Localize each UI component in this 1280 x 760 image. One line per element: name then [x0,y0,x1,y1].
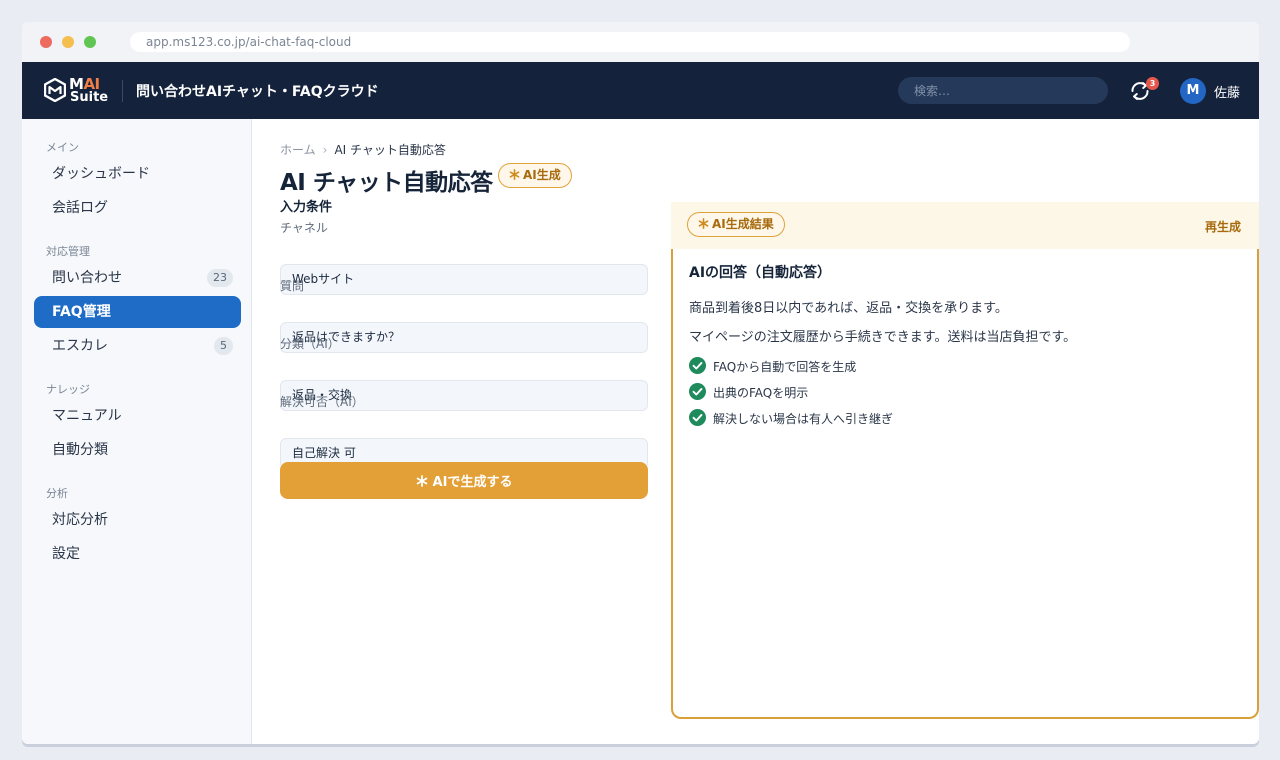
channel-label: チャネル [280,221,328,235]
ai-generated-badge: AI生成 [498,163,572,188]
sidebar-item-manual[interactable]: マニュアル [34,400,241,432]
logo-mark-icon [44,78,66,102]
sidebar-item-label: 会話ログ [52,200,108,216]
sidebar-item-label: 自動分類 [52,442,108,458]
check-circle-icon [689,409,706,426]
sidebar-item-label: 対応分析 [52,512,108,528]
sidebar-item-label: 設定 [52,546,80,562]
check-item-text: 解決しない場合は有人へ引き継ぎ [713,412,894,426]
ai-result-header: AI生成結果 再生成 [671,202,1259,249]
sidebar-item-conversation-log[interactable]: 会話ログ [34,192,241,224]
category-label: 分類（AI） [280,337,340,351]
ai-result-badge: AI生成結果 [687,212,785,237]
check-item-text: 出典のFAQを明示 [713,386,809,400]
minimize-window-dot[interactable] [62,36,74,48]
sidebar-item-escalation[interactable]: エスカレ 5 [34,330,241,362]
breadcrumb-home-link[interactable]: ホーム [280,143,316,157]
sidebar: メイン ダッシュボード 会話ログ 対応管理 問い合わせ 23 FAQ管理 エスカレ… [22,119,252,744]
logo-text-suite: Suite [70,90,109,105]
notification-badge: 3 [1146,77,1159,90]
resolvability-label: 解決可否（AI） [280,395,364,409]
check-circle-icon [689,357,706,374]
user-name[interactable]: 佐藤 [1214,82,1240,101]
answer-title: AIの回答（自動応答） [689,265,832,281]
inquiries-count-badge: 23 [207,269,233,287]
sidebar-section-main: メイン [46,141,79,154]
browser-window: app.ms123.co.jp/ai-chat-faq-cloud MAI Su… [22,22,1259,744]
sparkle-icon [416,475,427,487]
header-divider [122,80,123,102]
address-bar[interactable]: app.ms123.co.jp/ai-chat-faq-cloud [130,32,1130,52]
question-label: 質問 [280,279,305,293]
sidebar-section-analytics: 分析 [46,487,68,500]
search-input[interactable] [898,77,1108,104]
input-conditions-title: 入力条件 [280,200,333,215]
ai-result-badge-label: AI生成結果 [712,217,774,231]
breadcrumb: ホーム › AI チャット自動応答 [280,141,446,158]
app-header: MAI Suite 問い合わせAIチャット・FAQクラウド 3 M 佐藤 [22,62,1259,119]
sidebar-item-label: マニュアル [52,408,122,424]
sparkle-icon [509,169,520,180]
main-content: ホーム › AI チャット自動応答 AI チャット自動応答 AI生成 入力条件 チャ… [253,119,1259,744]
sidebar-item-label: FAQ管理 [52,304,111,320]
avatar[interactable]: M [1180,78,1206,104]
page-title: AI チャット自動応答 [280,170,493,196]
sidebar-item-faq[interactable]: FAQ管理 [34,296,241,328]
breadcrumb-current: AI チャット自動応答 [334,143,446,157]
ai-badge-label: AI生成 [523,168,561,182]
sidebar-item-dashboard[interactable]: ダッシュボード [34,158,241,190]
sidebar-section-knowledge: ナレッジ [46,383,90,396]
check-item-text: FAQから自動で回答を生成 [713,360,857,374]
sidebar-item-label: 問い合わせ [52,270,122,286]
sidebar-item-settings[interactable]: 設定 [34,538,241,570]
answer-line: マイページの注文履歴から手続きできます。送料は当店負担です。 [689,330,1077,345]
sidebar-section-support: 対応管理 [46,245,90,258]
escalation-count-badge: 5 [214,337,233,355]
maximize-window-dot[interactable] [84,36,96,48]
check-circle-icon [689,383,706,400]
sidebar-item-label: エスカレ [52,338,108,354]
close-window-dot[interactable] [40,36,52,48]
channel-field[interactable]: Webサイト [280,264,648,295]
sidebar-item-support-analytics[interactable]: 対応分析 [34,504,241,536]
sparkle-icon [698,218,709,229]
sidebar-item-label: ダッシュボード [52,166,150,182]
generate-button[interactable]: AIで生成する [280,462,648,499]
app-title: 問い合わせAIチャット・FAQクラウド [136,84,379,100]
sidebar-item-auto-classify[interactable]: 自動分類 [34,434,241,466]
regenerate-button[interactable]: 再生成 [1205,218,1241,235]
browser-chrome: app.ms123.co.jp/ai-chat-faq-cloud [22,22,1259,62]
breadcrumb-separator: › [322,143,328,157]
generate-button-label: AIで生成する [432,475,513,490]
sidebar-item-inquiries[interactable]: 問い合わせ 23 [34,262,241,294]
logo[interactable]: MAI Suite [44,75,109,106]
answer-line: 商品到着後8日以内であれば、返品・交換を承ります。 [689,301,1008,316]
